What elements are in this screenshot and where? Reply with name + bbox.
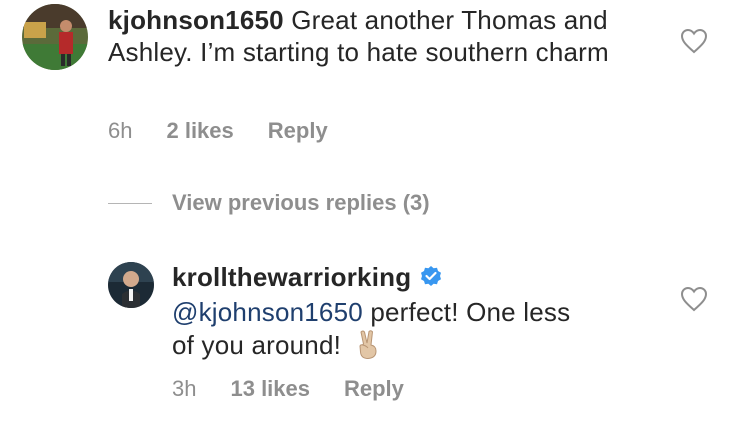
comment-username[interactable]: krollthewarriorking — [172, 262, 411, 292]
reply-text-1: perfect! One less — [362, 297, 571, 327]
heart-icon[interactable] — [680, 28, 708, 54]
timestamp: 6h — [108, 118, 133, 143]
comment-body-2: krollthewarriorking @kjohnson1650 perfec… — [172, 261, 672, 367]
reply-button[interactable]: Reply — [344, 376, 404, 402]
reply-line-1: @kjohnson1650 perfect! One less — [172, 296, 672, 328]
reply-button[interactable]: Reply — [268, 118, 328, 144]
victory-hand-emoji-icon — [355, 328, 381, 367]
comment-body-1: kjohnson1650 Great another Thomas and As… — [108, 4, 668, 68]
comment-meta-1: 6h 2 likes Reply — [108, 118, 328, 144]
reply-text-2: of you around! — [172, 330, 342, 360]
divider-line — [108, 202, 152, 204]
heart-icon[interactable] — [680, 286, 708, 312]
mention-link[interactable]: @kjohnson1650 — [172, 297, 363, 327]
verified-badge-icon — [419, 264, 443, 296]
timestamp: 3h — [172, 376, 197, 401]
comment-meta-2: 3h 13 likes Reply — [172, 376, 404, 402]
comment-username[interactable]: kjohnson1650 — [108, 5, 284, 35]
likes-count[interactable]: 13 likes — [230, 376, 310, 402]
avatar-krollthewarriorking[interactable] — [108, 262, 154, 308]
likes-count[interactable]: 2 likes — [166, 118, 233, 144]
view-replies-label[interactable]: View previous replies (3) — [172, 190, 430, 216]
view-previous-replies[interactable]: View previous replies (3) — [108, 190, 430, 216]
avatar-kjohnson1650[interactable] — [22, 4, 88, 70]
reply-line-2: of you around! — [172, 328, 672, 367]
reply-header: krollthewarriorking — [172, 261, 672, 296]
